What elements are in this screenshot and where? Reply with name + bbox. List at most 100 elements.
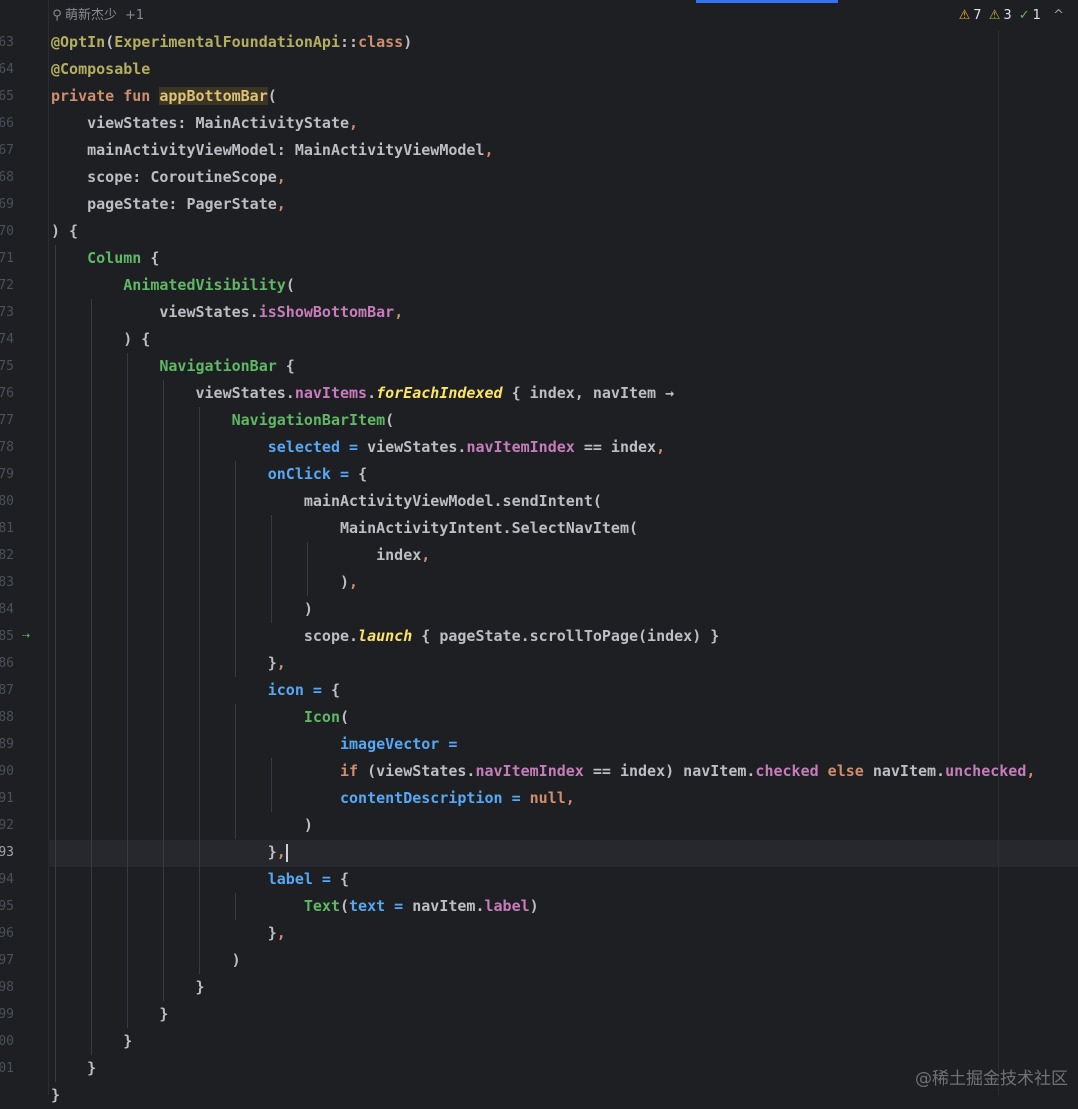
code-token: icon: [267, 681, 304, 699]
code-token: =: [312, 870, 340, 888]
code-token: label: [484, 897, 530, 915]
code-token: ): [51, 951, 241, 969]
code-token: if: [339, 762, 359, 780]
line-number: 75: [0, 359, 14, 374]
weak-warning-icon: ⚠: [988, 8, 1001, 23]
code-author-hint[interactable]: ⚲ 萌新杰少 +1: [52, 6, 144, 26]
line-number: 98: [0, 980, 14, 995]
code-token: =: [340, 438, 368, 456]
line-number: 87: [0, 683, 14, 698]
code-token: NavigationBarItem: [231, 411, 386, 429]
code-token: class: [358, 33, 404, 51]
code-line: }: [51, 1028, 132, 1055]
code-token: ): [403, 33, 413, 51]
code-token: ): [51, 816, 313, 834]
code-token: navItem.: [872, 762, 946, 780]
inspection-widget[interactable]: ⚠ 7 ⚠ 3 ✓ 1 ^: [956, 6, 1064, 26]
code-line: mainActivityViewModel.sendIntent(: [51, 488, 602, 515]
code-token: }: [51, 1005, 169, 1023]
code-line: selected = viewStates.navItemIndex == in…: [51, 434, 665, 461]
line-number-gutter[interactable]: 63 64 65 66 67 68 69 70 71 72 73 74 75 76 77 78 79 80 81 82…: [0, 0, 49, 1095]
chevron-up-icon[interactable]: ^: [1053, 8, 1064, 23]
code-token: NavigationBar: [159, 357, 277, 375]
line-number: 69: [0, 197, 14, 212]
ok-count: 1: [1032, 8, 1041, 23]
code-token: ): [51, 600, 313, 618]
line-number: 92: [0, 818, 14, 833]
code-token: onClick: [267, 465, 331, 483]
line-number: 77: [0, 413, 14, 428]
code-line: Text(text = navItem.label): [51, 893, 539, 920]
code-line: pageState: PagerState,: [51, 191, 286, 218]
code-token: null: [529, 789, 566, 807]
code-line: MainActivityIntent.SelectNavItem(: [51, 515, 638, 542]
run-gutter-icon[interactable]: ⇢: [18, 626, 34, 646]
line-number: 82: [0, 548, 14, 563]
code-token: ,: [349, 573, 359, 591]
author-name: 萌新杰少: [65, 8, 118, 23]
code-line: Icon(: [51, 704, 349, 731]
line-number: 70: [0, 224, 14, 239]
code-token: text: [349, 897, 386, 915]
code-token: contentDescription: [339, 789, 503, 807]
code-line: icon = {: [51, 677, 340, 704]
text-caret: [285, 843, 288, 862]
code-token: }: [51, 1086, 61, 1104]
code-token: ) {: [51, 222, 79, 240]
code-token: =: [330, 465, 359, 483]
code-token: else: [818, 762, 873, 780]
code-line: AnimatedVisibility(: [51, 272, 295, 299]
code-token: ,: [1026, 762, 1036, 780]
line-number: 83: [0, 575, 14, 590]
code-token: unchecked: [945, 762, 1027, 780]
code-token: == index: [574, 438, 657, 456]
code-token: private fun: [51, 87, 160, 105]
code-line: ) {: [51, 326, 150, 353]
code-token: ): [529, 897, 539, 915]
line-number: 99: [0, 1007, 14, 1022]
code-token: viewStates.: [51, 384, 295, 402]
code-token: ,: [276, 843, 286, 861]
code-token: =: [385, 897, 413, 915]
code-line: },: [51, 920, 286, 947]
code-token: { pageState.scrollToPage(index) }: [412, 627, 720, 645]
code-token: imageVector: [339, 735, 440, 753]
weak-warning-count: 3: [1003, 8, 1012, 23]
code-token: launch: [358, 627, 413, 645]
code-token: viewStates.: [51, 303, 259, 321]
code-line: }: [51, 1082, 60, 1109]
code-token: viewStates.: [367, 438, 467, 456]
code-token: isShowBottomBar: [258, 303, 395, 321]
code-token: pageState: PagerState: [51, 195, 277, 213]
code-token: @OptIn: [51, 33, 106, 51]
scroll-position-marker: [696, 0, 838, 3]
line-number: 65: [0, 89, 14, 104]
line-number: 90: [0, 764, 14, 779]
line-number: 88: [0, 710, 14, 725]
line-number: 97: [0, 953, 14, 968]
code-editor[interactable]: ⚲ 萌新杰少 +1 ⚠ 7 ⚠ 3 ✓ 1 ^ @OptIn(ExperimentalFo…: [48, 0, 1078, 1104]
code-line: @OptIn(ExperimentalFoundationApi::class): [51, 29, 412, 56]
code-token: (: [105, 33, 115, 51]
line-number: 94: [0, 872, 14, 887]
code-token: {: [358, 465, 368, 483]
line-number: 67: [0, 143, 14, 158]
code-token: Icon: [303, 708, 340, 726]
code-line: NavigationBar {: [51, 353, 294, 380]
code-line: onClick = {: [51, 461, 367, 488]
code-token: appBottomBar: [159, 87, 268, 105]
code-token: (: [385, 411, 395, 429]
line-number: 76: [0, 386, 14, 401]
code-token: ,: [484, 141, 494, 159]
line-number: 100: [0, 1034, 14, 1049]
code-line: ): [51, 812, 313, 839]
code-token: (: [340, 897, 350, 915]
person-icon: ⚲: [52, 8, 62, 23]
